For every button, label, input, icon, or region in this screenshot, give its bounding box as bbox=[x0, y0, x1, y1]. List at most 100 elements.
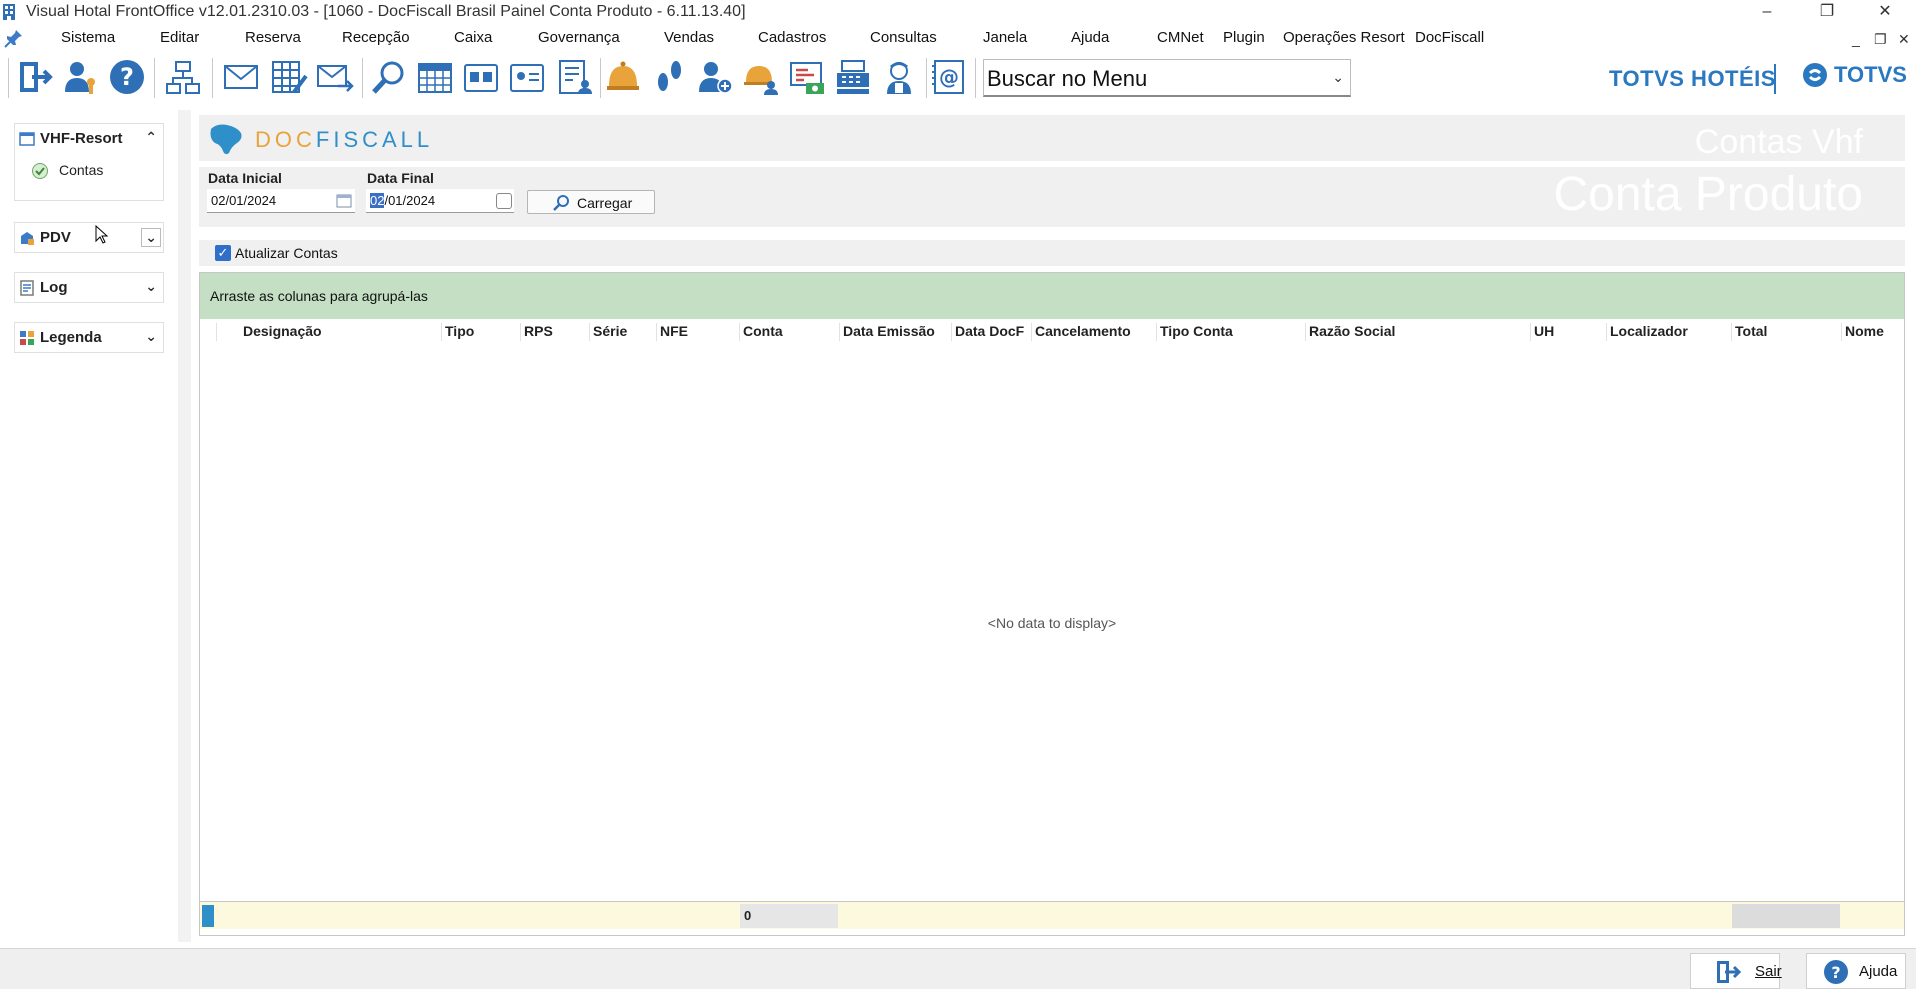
calendar-button[interactable] bbox=[414, 55, 456, 99]
logo-doc: DOC bbox=[255, 127, 316, 152]
menu-vendas[interactable]: Vendas bbox=[664, 29, 714, 46]
sair-button[interactable]: Sair bbox=[1690, 953, 1782, 989]
restore-button[interactable]: ❐ bbox=[1804, 0, 1850, 25]
menu-editar[interactable]: Editar bbox=[160, 29, 199, 46]
column-header-tipo[interactable]: Tipo bbox=[445, 323, 515, 339]
toolbar-separator bbox=[8, 58, 9, 98]
id-card-button[interactable] bbox=[506, 55, 548, 99]
menu-cadastros[interactable]: Cadastros bbox=[758, 29, 826, 46]
column-header-conta[interactable]: Conta bbox=[743, 323, 835, 339]
menu-consultas[interactable]: Consultas bbox=[870, 29, 937, 46]
bell-button[interactable] bbox=[602, 55, 644, 99]
menu-ajuda[interactable]: Ajuda bbox=[1071, 29, 1109, 46]
bell-users-button[interactable] bbox=[740, 55, 782, 99]
user-key-button[interactable] bbox=[60, 55, 102, 99]
check-circle-icon bbox=[32, 163, 48, 179]
brand-totvs: TOTVS bbox=[1802, 62, 1907, 88]
email-at-icon: @ bbox=[932, 60, 964, 94]
column-separator bbox=[520, 323, 521, 341]
card-button[interactable] bbox=[460, 55, 502, 99]
mail-button[interactable] bbox=[220, 55, 262, 99]
chevron-down-icon[interactable]: ⌄ bbox=[141, 228, 161, 247]
atualizar-contas-label[interactable]: Atualizar Contas bbox=[235, 245, 338, 261]
menu-janela[interactable]: Janela bbox=[983, 29, 1027, 46]
chevron-down-icon[interactable]: ⌄ bbox=[145, 278, 157, 295]
help-icon: ? bbox=[1824, 960, 1848, 984]
data-final-input[interactable]: 02/01/2024 bbox=[366, 189, 514, 213]
report-user-button[interactable] bbox=[554, 55, 596, 99]
column-header-localizador[interactable]: Localizador bbox=[1610, 323, 1725, 339]
sidebar-group-header[interactable]: Log ⌄ bbox=[15, 273, 165, 303]
search-button[interactable] bbox=[368, 55, 410, 99]
toolbar-separator bbox=[926, 58, 927, 98]
toolbar-separator bbox=[212, 58, 213, 98]
minimize-button[interactable]: – bbox=[1744, 0, 1790, 25]
menu-caixa[interactable]: Caixa bbox=[454, 29, 492, 46]
menu-governanca[interactable]: Governança bbox=[538, 29, 620, 46]
footer-total-cell bbox=[1732, 904, 1840, 928]
menu-sistema[interactable]: Sistema bbox=[61, 29, 115, 46]
footer-count-cell: 0 bbox=[740, 904, 838, 928]
maid-button[interactable] bbox=[878, 55, 920, 99]
mdi-minimize-button[interactable]: _ bbox=[1852, 31, 1860, 47]
menu-operacoes-resort[interactable]: Operações Resort bbox=[1283, 29, 1405, 46]
chevron-down-icon[interactable]: ⌄ bbox=[145, 328, 157, 345]
menu-plugin[interactable]: Plugin bbox=[1223, 29, 1265, 46]
data-final-checkbox[interactable] bbox=[496, 193, 512, 209]
menu-reserva[interactable]: Reserva bbox=[245, 29, 301, 46]
calendar-icon[interactable] bbox=[336, 194, 352, 208]
pin-icon[interactable] bbox=[4, 28, 24, 48]
email-at-button[interactable]: @ bbox=[928, 55, 970, 99]
column-header-uh[interactable]: UH bbox=[1534, 323, 1604, 339]
column-header-nome[interactable]: Nome bbox=[1845, 323, 1903, 339]
spreadsheet-pen-button[interactable] bbox=[268, 55, 310, 99]
footprints-button[interactable] bbox=[648, 55, 690, 99]
close-button[interactable]: ✕ bbox=[1862, 0, 1908, 25]
column-header-rps[interactable]: RPS bbox=[524, 323, 584, 339]
exit-button[interactable] bbox=[14, 55, 56, 99]
chevron-up-icon[interactable]: ⌃ bbox=[145, 129, 157, 146]
help-icon: ? bbox=[110, 60, 144, 94]
column-header-tipo-conta[interactable]: Tipo Conta bbox=[1160, 323, 1300, 339]
column-header-data-docf[interactable]: Data DocF bbox=[955, 323, 1029, 339]
footer-count: 0 bbox=[744, 908, 752, 923]
carregar-button[interactable]: Carregar bbox=[527, 190, 655, 214]
mdi-restore-button[interactable]: ❐ bbox=[1874, 31, 1887, 48]
mail-send-button[interactable] bbox=[314, 55, 356, 99]
sair-label: Sair bbox=[1755, 963, 1782, 980]
help-button[interactable]: ? bbox=[106, 55, 148, 99]
add-user-icon bbox=[699, 62, 733, 94]
sidebar-group-header[interactable]: Legenda ⌄ bbox=[15, 323, 165, 353]
hierarchy-button[interactable] bbox=[162, 55, 204, 99]
svg-text:?: ? bbox=[1831, 963, 1840, 982]
data-inicial-input[interactable]: 02/01/2024 bbox=[207, 189, 355, 213]
sidebar-group-header[interactable]: VHF-Resort ⌃ bbox=[15, 124, 165, 154]
menu-recepcao[interactable]: Recepção bbox=[342, 29, 410, 46]
sidebar-group-label: VHF-Resort bbox=[40, 130, 123, 147]
menu-cmnet[interactable]: CMNet bbox=[1157, 29, 1204, 46]
column-header-serie[interactable]: Série bbox=[593, 323, 651, 339]
atualizar-contas-checkbox[interactable]: ✓ bbox=[215, 245, 231, 261]
card-icon bbox=[464, 64, 498, 92]
chevron-down-icon[interactable]: ⌄ bbox=[1332, 69, 1344, 86]
cash-register-button[interactable] bbox=[832, 55, 874, 99]
add-user-button[interactable] bbox=[694, 55, 736, 99]
money-chart-button[interactable] bbox=[786, 55, 828, 99]
column-header-total[interactable]: Total bbox=[1735, 323, 1835, 339]
mdi-close-button[interactable]: ✕ bbox=[1898, 31, 1910, 48]
group-by-panel[interactable]: Arraste as colunas para agrupá-las bbox=[200, 273, 1904, 319]
sidebar-splitter[interactable] bbox=[178, 110, 191, 942]
sidebar-group-header[interactable]: PDV ⌄ bbox=[15, 223, 165, 253]
column-header-nfe[interactable]: NFE bbox=[660, 323, 735, 339]
toolbar-separator bbox=[600, 58, 601, 98]
column-header-designacao[interactable]: Designação bbox=[243, 323, 398, 339]
calendar-icon bbox=[418, 63, 452, 93]
column-header-razao-social[interactable]: Razão Social bbox=[1309, 323, 1519, 339]
column-header-cancelamento[interactable]: Cancelamento bbox=[1035, 323, 1155, 339]
menu-search-combobox[interactable]: Buscar no Menu ⌄ bbox=[983, 59, 1351, 97]
menu-docfiscall[interactable]: DocFiscall bbox=[1415, 29, 1484, 46]
column-header-data-emissao[interactable]: Data Emissão bbox=[843, 323, 949, 339]
column-separator bbox=[589, 323, 590, 341]
pdv-icon bbox=[21, 232, 34, 245]
ajuda-button[interactable]: ? Ajuda bbox=[1806, 953, 1906, 989]
